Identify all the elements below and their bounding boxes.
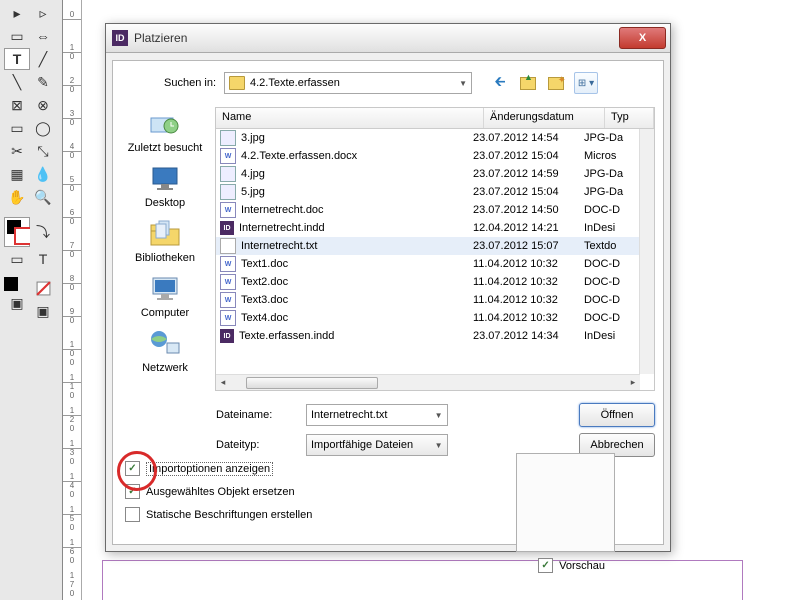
tool-format-container[interactable]: ▭ — [4, 248, 30, 270]
tool-apply-color[interactable] — [4, 277, 18, 291]
filetype-label: Dateityp: — [216, 439, 306, 451]
tool-view-mode[interactable]: ▣ — [4, 292, 30, 314]
tool-type[interactable]: T — [4, 48, 30, 70]
tool-type-path[interactable]: ╱ — [30, 48, 56, 70]
file-img-icon — [220, 184, 236, 200]
folder-icon — [229, 76, 245, 90]
file-row[interactable]: WText3.doc11.04.2012 10:32DOC-D — [216, 291, 640, 309]
filetype-combo[interactable]: Importfähige Dateien▼ — [306, 434, 448, 456]
new-folder-icon[interactable]: ✦ — [546, 73, 566, 93]
filename-combo[interactable]: Internetrecht.txt▼ — [306, 404, 448, 426]
file-row[interactable]: IDInternetrecht.indd12.04.2012 14:21InDe… — [216, 219, 640, 237]
file-doc-icon: W — [220, 310, 236, 326]
back-icon[interactable]: 🡰 — [490, 73, 510, 93]
file-row[interactable]: IDTexte.erfassen.indd23.07.2012 14:34InD… — [216, 327, 640, 345]
file-doc-icon: W — [220, 202, 236, 218]
file-row[interactable]: W4.2.Texte.erfassen.docx23.07.2012 15:04… — [216, 147, 640, 165]
vertical-ruler: 0102030405060708090100110120130140150160… — [63, 0, 82, 600]
lookin-label: Suchen in: — [121, 77, 216, 89]
places-bar: Zuletzt besucht Desktop Bibliotheken Com… — [119, 107, 211, 344]
close-button[interactable]: X — [619, 27, 666, 49]
tool-format-text[interactable]: T — [30, 248, 56, 270]
col-type[interactable]: Typ — [605, 108, 654, 128]
tool-apply-none[interactable] — [30, 277, 56, 299]
tool-selection[interactable]: ▸ — [4, 2, 30, 24]
chk-static-captions[interactable] — [125, 507, 140, 522]
tool-gradient[interactable]: ▦ — [4, 163, 30, 185]
file-img-icon — [220, 130, 236, 146]
tool-pencil[interactable]: ✎ — [30, 71, 56, 93]
tool-direct-selection[interactable]: ▹ — [30, 2, 56, 24]
preview-box — [516, 453, 615, 552]
file-row[interactable]: WText2.doc11.04.2012 10:32DOC-D — [216, 273, 640, 291]
chevron-down-icon: ▼ — [459, 79, 467, 88]
col-name[interactable]: Name — [216, 108, 484, 128]
tool-zoom[interactable]: 🔍 — [30, 186, 56, 208]
view-menu[interactable]: ⊞ ▾ — [574, 72, 598, 94]
file-txt-icon — [220, 238, 236, 254]
file-list: Name Änderungsdatum Typ 3.jpg23.07.2012 … — [215, 107, 655, 391]
file-row[interactable]: 3.jpg23.07.2012 14:54JPG-Da — [216, 129, 640, 147]
place-recent[interactable]: Zuletzt besucht — [119, 107, 211, 154]
file-doc-icon: W — [220, 292, 236, 308]
tool-rectangle[interactable]: ▭ — [4, 117, 30, 139]
tool-free-transform[interactable]: ⤡ — [30, 140, 56, 162]
file-indd-icon: ID — [220, 221, 234, 235]
col-date[interactable]: Änderungsdatum — [484, 108, 605, 128]
up-icon[interactable]: ▲ — [518, 73, 538, 93]
chk-replace-label: Ausgewähltes Objekt ersetzen — [146, 486, 295, 498]
file-row[interactable]: WText4.doc11.04.2012 10:32DOC-D — [216, 309, 640, 327]
tool-swap-fill-stroke[interactable]: ⤵ — [30, 217, 56, 247]
chk-captions-label: Statische Beschriftungen erstellen — [146, 509, 312, 521]
tool-page[interactable]: ▭ — [4, 25, 30, 47]
tool-eyedropper[interactable]: 💧 — [30, 163, 56, 185]
chk-replace-selected[interactable]: ✓ — [125, 484, 140, 499]
file-img-icon — [220, 166, 236, 182]
tool-ellipse-frame[interactable]: ⊗ — [30, 94, 56, 116]
tool-rectangle-frame[interactable]: ⊠ — [4, 94, 30, 116]
place-desktop[interactable]: Desktop — [119, 162, 211, 209]
place-dialog: ID Platzieren X Suchen in: 4.2.Texte.erf… — [105, 23, 671, 552]
chk-import-options[interactable]: ✓ — [125, 461, 140, 476]
file-indd-icon: ID — [220, 329, 234, 343]
file-row[interactable]: 5.jpg23.07.2012 15:04JPG-Da — [216, 183, 640, 201]
dialog-title: Platzieren — [134, 31, 619, 45]
tool-hand[interactable]: ✋ — [4, 186, 30, 208]
place-computer[interactable]: Computer — [119, 272, 211, 319]
tool-fill-stroke[interactable] — [4, 217, 30, 247]
open-button[interactable]: Öffnen — [579, 403, 655, 427]
file-doc-icon: W — [220, 256, 236, 272]
file-doc-icon: W — [220, 148, 236, 164]
lookin-combo[interactable]: 4.2.Texte.erfassen ▼ — [224, 72, 472, 94]
chevron-down-icon: ▼ — [435, 441, 443, 450]
file-scrollbar-h[interactable]: ◂▸ — [216, 374, 640, 390]
file-doc-icon: W — [220, 274, 236, 290]
place-libraries[interactable]: Bibliotheken — [119, 217, 211, 264]
file-row[interactable]: WInternetrecht.doc23.07.2012 14:50DOC-D — [216, 201, 640, 219]
file-row[interactable]: WText1.doc11.04.2012 10:32DOC-D — [216, 255, 640, 273]
file-row[interactable]: Internetrecht.txt23.07.2012 15:07Textdo — [216, 237, 640, 255]
chevron-down-icon: ▼ — [435, 411, 443, 420]
chk-preview[interactable]: ✓ — [538, 558, 553, 573]
tool-screen-mode[interactable]: ▣ — [30, 300, 56, 322]
lookin-value: 4.2.Texte.erfassen — [250, 77, 340, 89]
tool-line[interactable]: ╲ — [4, 71, 30, 93]
chk-preview-label: Vorschau — [559, 560, 605, 572]
place-network[interactable]: Netzwerk — [119, 327, 211, 374]
tool-scissors[interactable]: ✂ — [4, 140, 30, 162]
file-scrollbar-v[interactable] — [639, 129, 654, 374]
tool-ellipse[interactable]: ◯ — [30, 117, 56, 139]
indesign-icon: ID — [112, 30, 128, 46]
file-row[interactable]: 4.jpg23.07.2012 14:59JPG-Da — [216, 165, 640, 183]
filename-label: Dateiname: — [216, 409, 306, 421]
tool-gap[interactable]: ⇔ — [30, 25, 56, 47]
chk-import-label: Importoptionen anzeigen — [146, 462, 273, 476]
